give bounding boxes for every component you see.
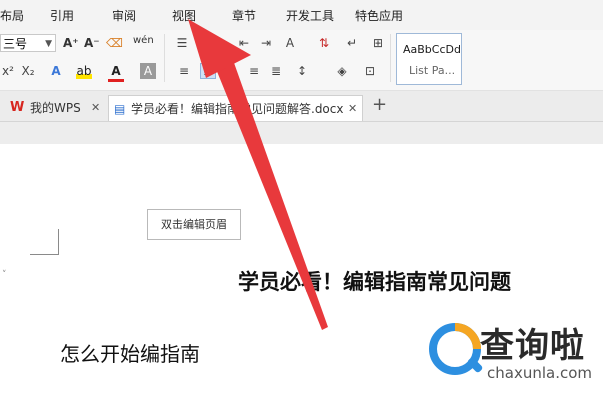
red-arrow-annotation [188,19,328,330]
